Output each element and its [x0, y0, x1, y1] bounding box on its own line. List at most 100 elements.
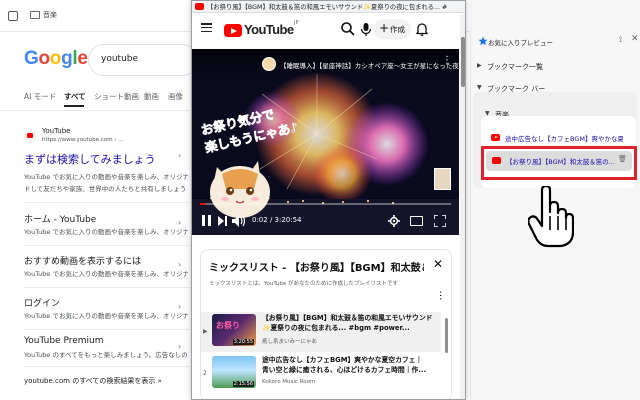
item-index: 2 — [203, 370, 207, 377]
folder-icon — [30, 11, 40, 19]
result-snippet-line-2: ドして友だちや家族、世界中の人たちと共有しましょう — [24, 185, 187, 193]
window-title: 【お祭り風】【BGM】和太鼓＆笛の和風エモいサウンド✨夏祭りの夜に包まれる...… — [207, 4, 447, 11]
playlist-description: ミックスリストとは、YouTube があなたのために作成したプレイリストです — [209, 281, 398, 287]
youtube-logo[interactable]: YouTube JP — [224, 20, 299, 39]
chevron-right-icon[interactable]: › — [178, 260, 181, 269]
item-title-line-1: 【お祭り風】【BGM】和太鼓＆笛の和風エモいサウンド — [262, 314, 433, 322]
bell-icon[interactable] — [414, 21, 430, 37]
window-scrollbar[interactable] — [460, 15, 465, 399]
player-controls: 0:02 / 3:20:54 — [192, 207, 459, 235]
active-tab-underline — [64, 105, 84, 107]
tab-images[interactable]: 画像 — [168, 91, 183, 102]
google-logo[interactable]: Google — [24, 48, 88, 70]
bookmark-item-label: 途中広告なし【カフェBGM】爽やかな夏... — [505, 135, 623, 143]
result-url: https://www.youtube.com › ... — [42, 137, 124, 143]
scrollbar-thumb[interactable] — [461, 37, 465, 87]
gear-icon[interactable] — [388, 215, 400, 227]
chevron-right-icon: ▶ — [477, 62, 482, 69]
youtube-play-logo-icon — [224, 24, 242, 37]
playlist-scrollbar[interactable] — [445, 318, 448, 353]
more-options-icon[interactable]: ⋯ — [435, 291, 446, 301]
plus-icon: + — [379, 21, 390, 35]
corner-watermark-thumbnail — [434, 168, 451, 190]
chevron-right-icon[interactable]: › — [178, 302, 181, 311]
next-icon[interactable] — [218, 216, 227, 226]
mix-playlist-panel: ミックスリスト - 【お祭り風】【BGM】和太鼓＆笛の和風... ✕ ミックスリ… — [200, 249, 452, 399]
bookmark-folder-label[interactable]: 音楽 — [43, 10, 57, 20]
sitelink-snippet: YouTube のすべてをもっと楽しみましょう。広告なしの — [24, 351, 188, 359]
panel-title: お気に入りプレビュー — [488, 39, 553, 47]
menu-icon[interactable] — [201, 23, 212, 33]
chevron-right-icon[interactable]: › — [178, 218, 181, 227]
youtube-favicon-icon — [491, 134, 500, 141]
search-input[interactable]: youtube — [88, 44, 198, 76]
item-channel: Kokoro Music Room — [262, 379, 316, 385]
bookmark-root-label: ブックマーク一覧 — [487, 63, 543, 71]
item-title-line-1: 途中広告なし【カフェBGM】爽やかな夏空カフェ｜ — [262, 356, 423, 364]
divider — [24, 329, 190, 330]
youtube-favicon-icon — [195, 3, 204, 10]
hand-cursor-icon — [528, 186, 574, 248]
channel-avatar[interactable] — [262, 57, 276, 71]
tab-all[interactable]: すべて — [64, 91, 86, 102]
now-playing-marker: ▶ — [203, 328, 208, 335]
mic-icon[interactable] — [358, 21, 374, 37]
tab-videos[interactable]: 動画 — [144, 91, 159, 102]
duration-badge: 3:20:55 — [232, 339, 254, 345]
highlight-box — [481, 146, 637, 180]
sitelink-snippet: YouTube でお気に入りの動画や音楽を楽しみ、オリジナ — [24, 270, 188, 278]
bookmark-item[interactable]: 途中広告なし【カフェBGM】爽やかな夏... — [485, 128, 633, 148]
sitelink-title[interactable]: おすすめ動画を表示するには — [24, 254, 141, 267]
sitelink-title[interactable]: YouTube Premium — [24, 336, 104, 346]
result-title-link[interactable]: まずは検索してみましょう — [24, 151, 156, 167]
fullscreen-icon[interactable] — [434, 215, 446, 227]
logo-wordmark: YouTube — [244, 22, 294, 37]
item-title-line-2: ✨夏祭りの夜に包まれる... #bgm #power... — [262, 324, 410, 332]
close-icon[interactable]: ✕ — [631, 34, 639, 44]
sitelink-snippet: YouTube でお気に入りの動画や音楽を楽しみ、オリジナ — [24, 228, 188, 236]
volume-icon[interactable] — [232, 215, 246, 227]
create-button[interactable]: + 作成 — [373, 19, 411, 39]
pause-icon[interactable] — [202, 215, 211, 226]
duration-badge: 2:15:56 — [232, 381, 254, 387]
tab-shorts[interactable]: ショート動画 — [94, 91, 139, 102]
video-thumbnail[interactable]: お祭り 3:20:55 — [212, 314, 256, 346]
create-label: 作成 — [390, 25, 405, 34]
chevron-right-icon[interactable]: › — [178, 151, 181, 160]
playlist-item[interactable]: 2 2:15:56 途中広告なし【カフェBGM】爽やかな夏空カフェ｜ 青い空と緑… — [201, 354, 441, 394]
miniplayer-icon[interactable] — [410, 216, 423, 226]
logo-region: JP — [294, 20, 299, 26]
divider — [24, 366, 190, 367]
chevron-down-icon: ▼ — [477, 84, 482, 91]
video-thumbnail[interactable]: 2:15:56 — [212, 356, 256, 388]
search-query: youtube — [101, 54, 139, 64]
divider — [0, 110, 190, 111]
pin-icon[interactable]: ⟟ — [619, 35, 622, 45]
search-icon[interactable] — [340, 21, 356, 37]
progress-bar[interactable] — [200, 203, 451, 205]
window-title-bar[interactable]: 【お祭り風】【BGM】和太鼓＆笛の和風エモいサウンド✨夏祭りの夜に包まれる...… — [192, 1, 465, 13]
playlist-item[interactable]: ▶ お祭り 3:20:55 【お祭り風】【BGM】和太鼓＆笛の和風エモいサウンド… — [201, 312, 441, 352]
playlist-title[interactable]: ミックスリスト - 【お祭り風】【BGM】和太鼓＆笛の和風... — [209, 259, 424, 274]
tab-ai-mode[interactable]: AI モード — [24, 91, 56, 102]
chevron-right-icon[interactable]: › — [178, 342, 181, 351]
more-results-link[interactable]: youtube.com のすべての検索結果を表示 » — [24, 376, 162, 386]
video-player[interactable]: 【睡眠導入】【星座神話】カシオペア座〜女王が星になった夜... ⋮ お祭り気分で… — [192, 49, 459, 235]
close-icon[interactable]: ✕ — [433, 257, 443, 271]
divider — [24, 202, 190, 203]
result-site-name: YouTube — [42, 127, 71, 135]
more-vert-icon[interactable]: ⋮ — [442, 55, 452, 66]
youtube-popup-window: 【お祭り風】【BGM】和太鼓＆笛の和風エモいサウンド ✨夏祭りの夜に包まれる...… — [191, 0, 466, 400]
video-overlay-title[interactable]: 【睡眠導入】【星座神話】カシオペア座〜女王が星になった夜... — [280, 60, 459, 70]
item-channel: 癒し系まいみーにゃあ — [262, 339, 318, 345]
sitelink-title[interactable]: ログイン — [24, 296, 60, 309]
sitelink-title[interactable]: ホーム - YouTube — [24, 212, 96, 225]
divider — [24, 245, 190, 246]
item-title-line-2: 青い空と緑に癒される、心ほどけるカフェ時間｜作... — [262, 366, 427, 374]
sitelink-snippet: YouTube でお気に入りの動画や音楽を楽しみ、オリジナ — [24, 312, 188, 320]
youtube-favicon-icon — [24, 129, 36, 141]
playback-time: 0:02 / 3:20:54 — [252, 216, 302, 224]
tab-square-icon[interactable] — [8, 11, 18, 21]
panel-header: お気に入りプレビュー ⟟ ✕ — [471, 32, 640, 54]
progress-fill — [200, 203, 206, 205]
